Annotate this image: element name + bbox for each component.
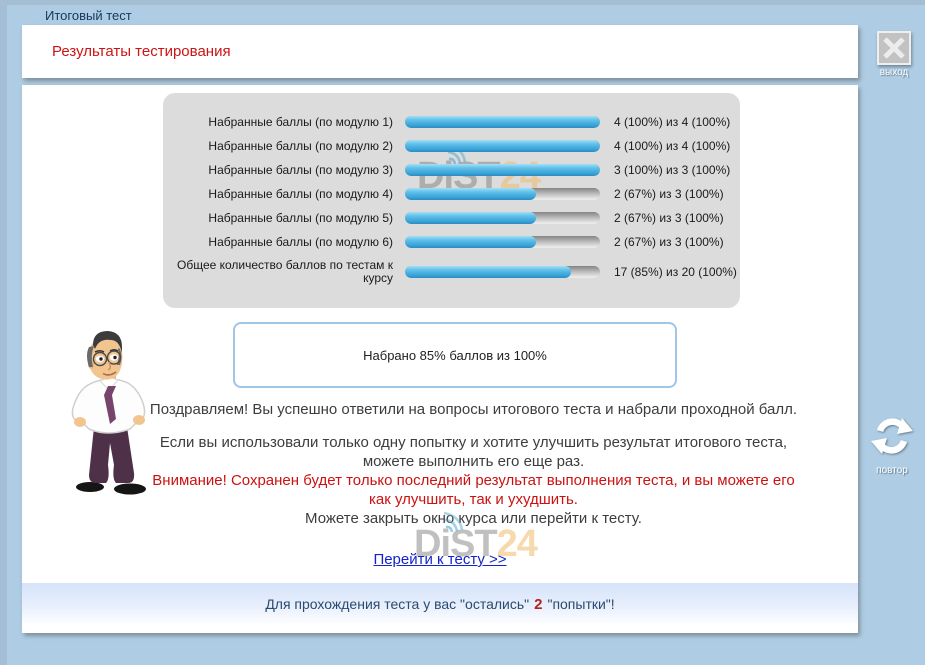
result-row: Набранные баллы (по модулю 5) 2 (67%) из … <box>163 206 740 230</box>
progress-bar-track <box>405 164 600 176</box>
congrats-text: Поздравляем! Вы успешно ответили на вопр… <box>142 400 805 419</box>
result-row-label: Набранные баллы (по модулю 1) <box>175 116 393 129</box>
progress-bar-fill <box>405 164 600 176</box>
progress-bar-fill <box>405 140 600 152</box>
result-row-value: 3 (100%) из 3 (100%) <box>614 163 730 177</box>
result-row-label: Набранные баллы (по модулю 3) <box>175 164 393 177</box>
progress-bar-track <box>405 266 600 278</box>
progress-bar-track <box>405 116 600 128</box>
close-icon <box>877 31 911 65</box>
close-or-goto-text: Можете закрыть окно курса или перейти к … <box>142 509 805 528</box>
result-row-value: 2 (67%) из 3 (100%) <box>614 187 724 201</box>
results-rows: Набранные баллы (по модулю 1) 4 (100%) из… <box>163 110 740 290</box>
main-panel: DiST24 Набранные баллы (по модулю 1)4 (1… <box>22 85 858 633</box>
result-messages: Поздравляем! Вы успешно ответили на вопр… <box>142 400 805 528</box>
progress-bar-fill <box>405 266 571 278</box>
result-row-value: 17 (85%) из 20 (100%) <box>614 265 737 279</box>
repeat-button-label: повтор <box>864 465 920 476</box>
result-row: Набранные баллы (по модулю 3) 3 (100%) из… <box>163 158 740 182</box>
retry-info-text: Если вы использовали только одну попытку… <box>142 433 805 471</box>
results-panel: DiST24 Набранные баллы (по модулю 1)4 (1… <box>163 93 740 308</box>
result-row: Общее количество баллов по тестам к курс… <box>163 254 740 290</box>
result-row: Набранные баллы (по модулю 1) 4 (100%) из… <box>163 110 740 134</box>
progress-bar-track <box>405 236 600 248</box>
result-row-label: Общее количество баллов по тестам к курс… <box>175 259 393 285</box>
progress-bar-fill <box>405 212 536 224</box>
warning-text: Внимание! Сохранен будет только последни… <box>142 471 805 509</box>
score-summary-text: Набрано 85% баллов из 100% <box>363 348 547 363</box>
result-row-value: 2 (67%) из 3 (100%) <box>614 211 724 225</box>
goto-test-link-wrap: Перейти к тесту >> <box>22 551 858 569</box>
progress-bar-track <box>405 212 600 224</box>
result-row-label: Набранные баллы (по модулю 2) <box>175 140 393 153</box>
progress-bar-fill <box>405 116 600 128</box>
result-row: Набранные баллы (по модулю 4) 2 (67%) из … <box>163 182 740 206</box>
result-row-value: 2 (67%) из 3 (100%) <box>614 235 724 249</box>
result-row-label: Набранные баллы (по модулю 5) <box>175 212 393 225</box>
progress-bar-fill <box>405 236 536 248</box>
repeat-arrows-icon <box>869 414 915 458</box>
result-row: Набранные баллы (по модулю 2) 4 (100%) из… <box>163 134 740 158</box>
repeat-button[interactable]: повтор <box>864 414 920 476</box>
exit-button-label: выход <box>872 67 916 78</box>
result-row-label: Набранные баллы (по модулю 4) <box>175 188 393 201</box>
window-top-edge <box>0 0 925 5</box>
result-row-value: 4 (100%) из 4 (100%) <box>614 139 730 153</box>
score-summary-box: Набрано 85% баллов из 100% <box>233 322 677 388</box>
page-title: Результаты тестирования <box>52 43 231 60</box>
progress-bar-track <box>405 188 600 200</box>
attempts-bar: Для прохождения теста у вас "остались" 2… <box>22 583 858 625</box>
progress-bar-fill <box>405 188 536 200</box>
result-row: Набранные баллы (по модулю 6) 2 (67%) из … <box>163 230 740 254</box>
goto-test-link[interactable]: Перейти к тесту >> <box>373 551 506 568</box>
attempts-text-before: Для прохождения теста у вас "остались" <box>265 596 529 612</box>
exit-button[interactable]: выход <box>872 31 916 78</box>
header-panel: Результаты тестирования <box>22 25 858 78</box>
window-title: Итоговый тест <box>45 8 132 23</box>
result-row-value: 4 (100%) из 4 (100%) <box>614 115 730 129</box>
attempts-count: 2 <box>534 596 542 613</box>
result-row-label: Набранные баллы (по модулю 6) <box>175 236 393 249</box>
window-left-edge <box>0 0 7 665</box>
attempts-text-after: "попытки"! <box>547 596 614 612</box>
progress-bar-track <box>405 140 600 152</box>
